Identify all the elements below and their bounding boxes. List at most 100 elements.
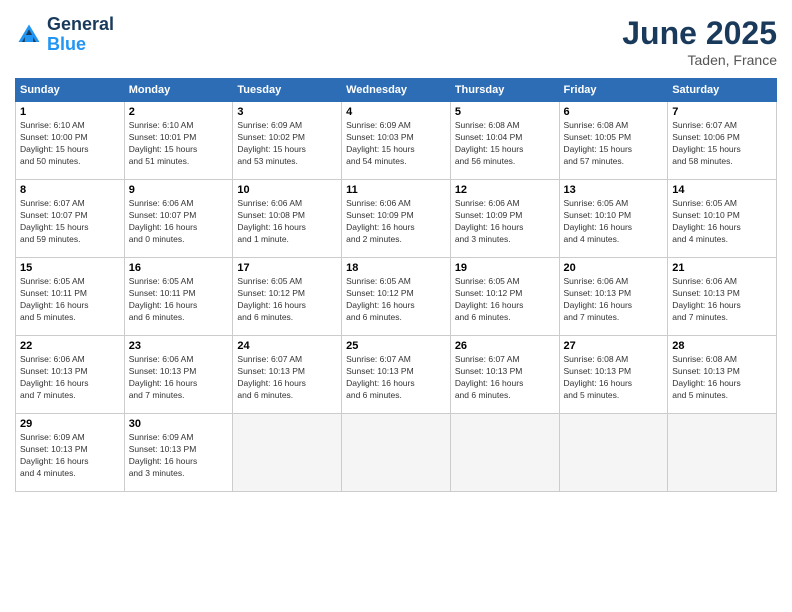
calendar-cell: 7 Sunrise: 6:07 AMSunset: 10:06 PMDayligh… — [668, 102, 777, 180]
day-info: Sunrise: 6:09 AMSunset: 10:02 PMDaylight… — [237, 120, 337, 168]
calendar-cell: 17 Sunrise: 6:05 AMSunset: 10:12 PMDaylig… — [233, 258, 342, 336]
day-number: 19 — [455, 262, 555, 274]
day-number: 13 — [564, 184, 664, 196]
month-year: June 2025 — [622, 15, 777, 52]
day-number: 17 — [237, 262, 337, 274]
calendar-cell: 20 Sunrise: 6:06 AMSunset: 10:13 PMDaylig… — [559, 258, 668, 336]
day-info: Sunrise: 6:08 AMSunset: 10:13 PMDaylight… — [564, 354, 664, 402]
day-info: Sunrise: 6:05 AMSunset: 10:10 PMDaylight… — [564, 198, 664, 246]
day-number: 9 — [129, 184, 229, 196]
calendar-cell — [668, 414, 777, 492]
calendar-cell: 28 Sunrise: 6:08 AMSunset: 10:13 PMDaylig… — [668, 336, 777, 414]
calendar-cell — [559, 414, 668, 492]
day-info: Sunrise: 6:07 AMSunset: 10:13 PMDaylight… — [455, 354, 555, 402]
calendar-cell: 29 Sunrise: 6:09 AMSunset: 10:13 PMDaylig… — [16, 414, 125, 492]
day-number: 23 — [129, 340, 229, 352]
calendar-cell: 11Sunrise: 6:06 AMSunset: 10:09 PMDaylig… — [342, 180, 451, 258]
calendar-cell: 21Sunrise: 6:06 AMSunset: 10:13 PMDaylig… — [668, 258, 777, 336]
day-number: 30 — [129, 418, 229, 430]
day-info: Sunrise: 6:09 AMSunset: 10:13 PMDaylight… — [129, 432, 229, 480]
day-info: Sunrise: 6:07 AMSunset: 10:13 PMDaylight… — [346, 354, 446, 402]
calendar-cell: 3 Sunrise: 6:09 AMSunset: 10:02 PMDayligh… — [233, 102, 342, 180]
day-info: Sunrise: 6:09 AMSunset: 10:03 PMDaylight… — [346, 120, 446, 168]
calendar-table: SundayMondayTuesdayWednesdayThursdayFrid… — [15, 78, 777, 492]
calendar-cell: 24Sunrise: 6:07 AMSunset: 10:13 PMDaylig… — [233, 336, 342, 414]
day-info: Sunrise: 6:05 AMSunset: 10:11 PMDaylight… — [129, 276, 229, 324]
day-number: 7 — [672, 106, 772, 118]
day-number: 12 — [455, 184, 555, 196]
calendar-cell: 2 Sunrise: 6:10 AMSunset: 10:01 PMDayligh… — [124, 102, 233, 180]
calendar-cell: 19 Sunrise: 6:05 AMSunset: 10:12 PMDaylig… — [450, 258, 559, 336]
day-number: 3 — [237, 106, 337, 118]
day-info: Sunrise: 6:08 AMSunset: 10:05 PMDaylight… — [564, 120, 664, 168]
calendar-cell: 6 Sunrise: 6:08 AMSunset: 10:05 PMDayligh… — [559, 102, 668, 180]
day-info: Sunrise: 6:07 AMSunset: 10:06 PMDaylight… — [672, 120, 772, 168]
weekday-header-thursday: Thursday — [450, 79, 559, 102]
calendar-cell: 26 Sunrise: 6:07 AMSunset: 10:13 PMDaylig… — [450, 336, 559, 414]
day-info: Sunrise: 6:06 AMSunset: 10:13 PMDaylight… — [20, 354, 120, 402]
day-number: 6 — [564, 106, 664, 118]
calendar-cell: 30 Sunrise: 6:09 AMSunset: 10:13 PMDaylig… — [124, 414, 233, 492]
day-number: 14 — [672, 184, 772, 196]
day-number: 20 — [564, 262, 664, 274]
day-info: Sunrise: 6:05 AMSunset: 10:12 PMDaylight… — [237, 276, 337, 324]
day-info: Sunrise: 6:05 AMSunset: 10:11 PMDaylight… — [20, 276, 120, 324]
day-number: 11 — [346, 184, 446, 196]
weekday-header-tuesday: Tuesday — [233, 79, 342, 102]
page: General Blue June 2025 Taden, France Sun… — [0, 0, 792, 612]
day-number: 22 — [20, 340, 120, 352]
calendar-cell — [342, 414, 451, 492]
location: Taden, France — [622, 52, 777, 68]
calendar-cell — [450, 414, 559, 492]
calendar-cell: 25 Sunrise: 6:07 AMSunset: 10:13 PMDaylig… — [342, 336, 451, 414]
day-number: 1 — [20, 106, 120, 118]
calendar-cell: 12 Sunrise: 6:06 AMSunset: 10:09 PMDaylig… — [450, 180, 559, 258]
day-number: 26 — [455, 340, 555, 352]
calendar-cell: 15 Sunrise: 6:05 AMSunset: 10:11 PMDaylig… — [16, 258, 125, 336]
day-info: Sunrise: 6:06 AMSunset: 10:09 PMDaylight… — [455, 198, 555, 246]
day-number: 10 — [237, 184, 337, 196]
weekday-header-monday: Monday — [124, 79, 233, 102]
day-info: Sunrise: 6:06 AMSunset: 10:13 PMDaylight… — [564, 276, 664, 324]
calendar-cell: 27 Sunrise: 6:08 AMSunset: 10:13 PMDaylig… — [559, 336, 668, 414]
calendar-cell — [233, 414, 342, 492]
calendar-cell: 1 Sunrise: 6:10 AMSunset: 10:00 PMDayligh… — [16, 102, 125, 180]
day-number: 18 — [346, 262, 446, 274]
day-info: Sunrise: 6:05 AMSunset: 10:10 PMDaylight… — [672, 198, 772, 246]
weekday-header-saturday: Saturday — [668, 79, 777, 102]
day-info: Sunrise: 6:07 AMSunset: 10:13 PMDaylight… — [237, 354, 337, 402]
title-block: June 2025 Taden, France — [622, 15, 777, 68]
logo-text: General Blue — [47, 15, 114, 55]
calendar-cell: 22 Sunrise: 6:06 AMSunset: 10:13 PMDaylig… — [16, 336, 125, 414]
calendar-cell: 8Sunrise: 6:07 AMSunset: 10:07 PMDayligh… — [16, 180, 125, 258]
calendar-cell: 16 Sunrise: 6:05 AMSunset: 10:11 PMDaylig… — [124, 258, 233, 336]
day-info: Sunrise: 6:08 AMSunset: 10:04 PMDaylight… — [455, 120, 555, 168]
day-info: Sunrise: 6:09 AMSunset: 10:13 PMDaylight… — [20, 432, 120, 480]
day-number: 5 — [455, 106, 555, 118]
day-number: 8 — [20, 184, 120, 196]
calendar-cell: 23 Sunrise: 6:06 AMSunset: 10:13 PMDaylig… — [124, 336, 233, 414]
day-number: 15 — [20, 262, 120, 274]
day-number: 21 — [672, 262, 772, 274]
day-info: Sunrise: 6:10 AMSunset: 10:01 PMDaylight… — [129, 120, 229, 168]
day-number: 27 — [564, 340, 664, 352]
day-info: Sunrise: 6:10 AMSunset: 10:00 PMDaylight… — [20, 120, 120, 168]
weekday-header-sunday: Sunday — [16, 79, 125, 102]
logo: General Blue — [15, 15, 114, 55]
day-info: Sunrise: 6:08 AMSunset: 10:13 PMDaylight… — [672, 354, 772, 402]
calendar-cell: 13 Sunrise: 6:05 AMSunset: 10:10 PMDaylig… — [559, 180, 668, 258]
calendar-cell: 18Sunrise: 6:05 AMSunset: 10:12 PMDaylig… — [342, 258, 451, 336]
day-info: Sunrise: 6:05 AMSunset: 10:12 PMDaylight… — [455, 276, 555, 324]
header: General Blue June 2025 Taden, France — [15, 15, 777, 68]
day-number: 2 — [129, 106, 229, 118]
day-number: 28 — [672, 340, 772, 352]
calendar-cell: 14 Sunrise: 6:05 AMSunset: 10:10 PMDaylig… — [668, 180, 777, 258]
day-number: 29 — [20, 418, 120, 430]
weekday-header-wednesday: Wednesday — [342, 79, 451, 102]
day-number: 25 — [346, 340, 446, 352]
weekday-header-friday: Friday — [559, 79, 668, 102]
day-number: 16 — [129, 262, 229, 274]
day-info: Sunrise: 6:06 AMSunset: 10:13 PMDaylight… — [129, 354, 229, 402]
calendar-cell: 10Sunrise: 6:06 AMSunset: 10:08 PMDaylig… — [233, 180, 342, 258]
calendar-cell: 9Sunrise: 6:06 AMSunset: 10:07 PMDayligh… — [124, 180, 233, 258]
